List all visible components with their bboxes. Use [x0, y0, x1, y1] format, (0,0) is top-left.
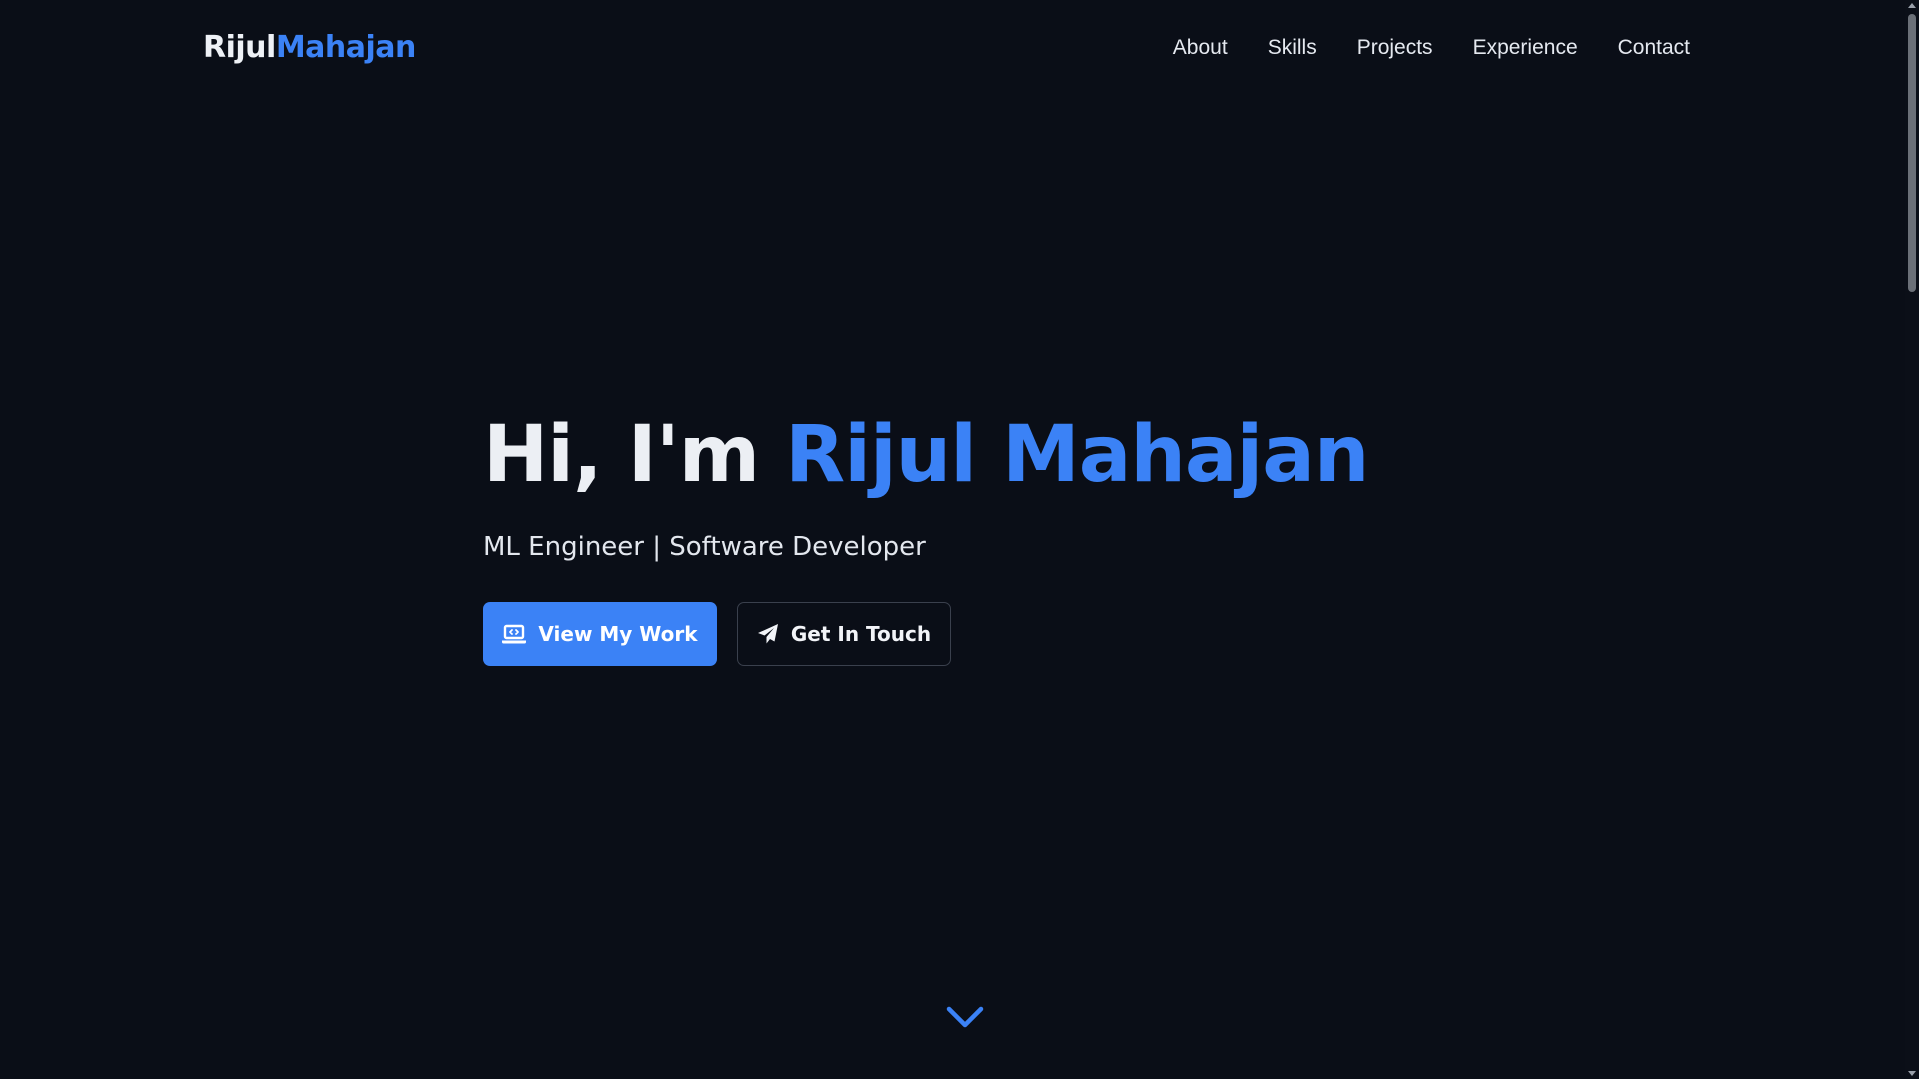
get-in-touch-label: Get In Touch — [790, 622, 932, 646]
nav-link-experience[interactable]: Experience — [1473, 36, 1578, 59]
nav-link-skills[interactable]: Skills — [1268, 36, 1317, 59]
laptop-code-icon — [502, 624, 527, 644]
page: RijulMahajan About Skills Projects Exper… — [0, 0, 1919, 1079]
logo-first-name: Rijul — [203, 30, 276, 65]
hero-title: Hi, I'm Rijul Mahajan — [483, 400, 1483, 510]
hero-buttons: View My Work Get In Touch — [483, 602, 1483, 666]
hero-greeting: Hi, I'm — [483, 410, 760, 500]
nav-link-about[interactable]: About — [1173, 36, 1228, 59]
view-my-work-label: View My Work — [538, 622, 698, 646]
navbar: RijulMahajan About Skills Projects Exper… — [0, 0, 1905, 98]
scroll-up-arrow-icon[interactable] — [1908, 3, 1916, 8]
hero-subtitle: ML Engineer | Software Developer — [483, 532, 926, 562]
page-scrollbar[interactable] — [1905, 0, 1919, 1079]
scroll-down-arrow-icon[interactable] — [1908, 1071, 1916, 1076]
get-in-touch-button[interactable]: Get In Touch — [737, 602, 951, 666]
nav-link-contact[interactable]: Contact — [1618, 36, 1690, 59]
paper-plane-icon — [757, 623, 779, 645]
logo-last-name: Mahajan — [275, 30, 417, 65]
nav-link-projects[interactable]: Projects — [1357, 36, 1433, 59]
view-my-work-button[interactable]: View My Work — [483, 602, 717, 666]
scroll-down-indicator[interactable] — [945, 1003, 985, 1033]
nav-links: About Skills Projects Experience Contact — [1173, 34, 1690, 62]
hero-section: Hi, I'm Rijul Mahajan ML Engineer | Soft… — [483, 400, 1483, 666]
chevron-down-icon — [945, 1006, 985, 1037]
hero-name: Rijul Mahajan — [785, 410, 1369, 500]
scrollbar-thumb[interactable] — [1908, 14, 1916, 292]
site-logo[interactable]: RijulMahajan — [203, 28, 416, 68]
